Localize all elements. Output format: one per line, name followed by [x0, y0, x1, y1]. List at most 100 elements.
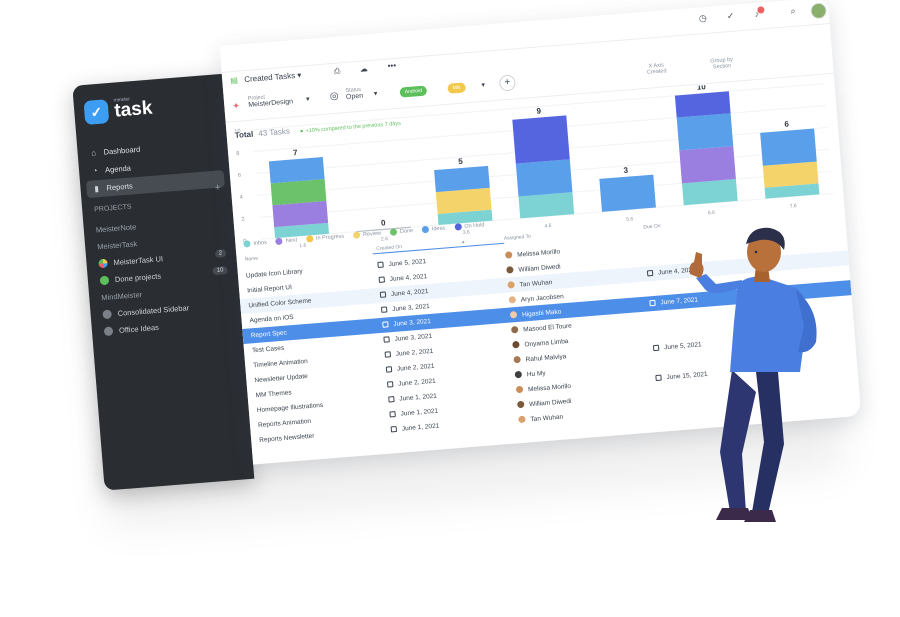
project-filter[interactable]: Project MeisterDesign [248, 92, 294, 110]
logo[interactable]: ✓ task meister [83, 96, 153, 125]
task-name: Test Cases [251, 344, 285, 355]
calendar-icon [649, 299, 656, 307]
bar-stack[interactable] [760, 128, 820, 199]
assigned-to-cell: Melissa Morillo [504, 247, 561, 259]
avatar[interactable] [810, 2, 828, 20]
x-tick-label: 1.6 [299, 243, 307, 250]
created-date: June 2, 2021 [397, 377, 436, 388]
task-name: Reports Animation [257, 417, 312, 430]
x-tick-label: 2.6 [381, 236, 389, 243]
bell-icon[interactable]: ♪ [754, 6, 765, 19]
bar-stack[interactable] [599, 174, 656, 212]
created-on-cell: June 2, 2021 [386, 377, 436, 389]
person-leg-left [720, 370, 756, 512]
task-name-cell: Reports Animation [258, 418, 312, 429]
bar-segment-review[interactable] [762, 161, 819, 188]
calendar-icon [382, 321, 389, 328]
report-icon: ▤ [229, 75, 239, 86]
bar-segment-ideas[interactable] [515, 159, 573, 197]
assigned-to-cell: Tan Wuhan [518, 413, 563, 425]
task-name: Initial Report UI [246, 283, 293, 295]
bar-segment-done[interactable] [270, 178, 327, 206]
created-on-cell: June 1, 2021 [388, 393, 437, 404]
task-name-cell: Report Spec [251, 330, 288, 340]
person-eye [754, 250, 758, 254]
bar-segment-on-hold[interactable] [512, 115, 570, 164]
add-project-icon[interactable]: + [214, 182, 221, 193]
avatar [509, 310, 518, 319]
created-on-cell: June 3, 2021 [383, 333, 432, 344]
check-icon[interactable]: ✓ [726, 11, 734, 23]
bar-segment-next[interactable] [272, 200, 329, 228]
created-date: June 3, 2021 [394, 332, 433, 343]
person-leg-right [752, 372, 784, 514]
avatar [504, 251, 513, 259]
bar-segment-inbox[interactable] [518, 192, 575, 219]
bar-segment-ideas[interactable] [434, 165, 490, 193]
calendar-icon [386, 381, 394, 388]
download-cloud-icon[interactable]: ☁ [359, 64, 368, 74]
legend-label: Ideas [431, 225, 446, 233]
sort-up-icon: ▴ [461, 238, 465, 246]
bar-segment-on-hold[interactable] [674, 91, 731, 118]
bar-segment-ideas[interactable] [599, 174, 656, 212]
bar-segment-review[interactable] [435, 187, 492, 215]
bar-stack[interactable] [512, 115, 575, 219]
check-logo-icon: ✓ [83, 99, 110, 125]
bar-segment-ideas[interactable] [760, 128, 817, 166]
avatar [518, 415, 526, 424]
task-name-cell: Timeline Animation [253, 358, 308, 369]
column-header-name[interactable]: Name [244, 256, 258, 263]
person-arm-left [696, 274, 742, 293]
avatar [512, 340, 520, 349]
sidebar-item-label: Reports [106, 181, 134, 193]
task-name-cell: MM Themes [255, 389, 291, 399]
project-count-badge: 10 [212, 266, 228, 276]
print-icon[interactable]: ⎙ [334, 66, 341, 76]
task-name-cell: Reports Newsletter [259, 433, 315, 444]
created-on-cell: June 4, 2021 [378, 273, 428, 284]
legend-swatch [421, 225, 430, 234]
assignee-name: Melissa Morillo [516, 248, 561, 259]
bar-total-label: 7 [293, 148, 299, 157]
tag-chip-android[interactable]: Android [399, 85, 428, 98]
task-name: MM Themes [255, 389, 292, 400]
legend-swatch [275, 237, 284, 246]
sidebar-item-label: Dashboard [103, 144, 141, 157]
search-icon[interactable]: ⌕ [790, 6, 796, 17]
created-date: June 3, 2021 [393, 317, 432, 328]
bar-stack[interactable] [268, 157, 329, 239]
group-by-setting[interactable]: Group by Section [710, 57, 734, 71]
projects-heading: PROJECTS [93, 203, 132, 214]
tag-chip-mn[interactable]: MN [447, 82, 466, 94]
x-tick-label: 4.6 [544, 223, 552, 230]
add-filter-button[interactable]: + [498, 74, 517, 92]
y-tick-label: 4 [240, 195, 244, 201]
calendar-icon [385, 366, 393, 373]
chevron-down-icon: ▾ [373, 90, 378, 98]
avatar [508, 296, 517, 304]
assignee-name: William Diwedi [518, 263, 561, 274]
timer-icon[interactable]: ◷ [698, 13, 707, 25]
bar-segment-inbox[interactable] [681, 178, 738, 206]
report-type-dropdown[interactable]: Created Tasks ▾ [244, 71, 302, 85]
project-star-icon: ✦ [231, 100, 241, 112]
project-label: Consolidated Sidebar [117, 302, 190, 318]
assignee-name: Aryn Jacobsen [520, 293, 565, 304]
x-axis-setting[interactable]: X Axis Created [646, 62, 667, 76]
bar-stack[interactable] [674, 91, 738, 206]
report-type-label: Created Tasks [243, 71, 296, 85]
task-name: Reports Newsletter [259, 432, 315, 445]
created-on-cell: June 1, 2021 [390, 423, 440, 434]
assigned-to-cell: Melissa Morillo [515, 382, 571, 394]
project-icon [98, 258, 108, 268]
avatar [513, 355, 521, 364]
home-icon: ⌂ [90, 147, 97, 158]
bar-segment-next[interactable] [679, 146, 736, 184]
bar-segment-ideas[interactable] [676, 113, 734, 151]
more-button[interactable]: ••• [387, 61, 396, 71]
bar-stack[interactable] [434, 165, 493, 225]
created-date: June 4, 2021 [389, 273, 428, 284]
status-filter[interactable]: Status Open [345, 87, 363, 103]
bar-segment-ideas[interactable] [268, 157, 325, 184]
